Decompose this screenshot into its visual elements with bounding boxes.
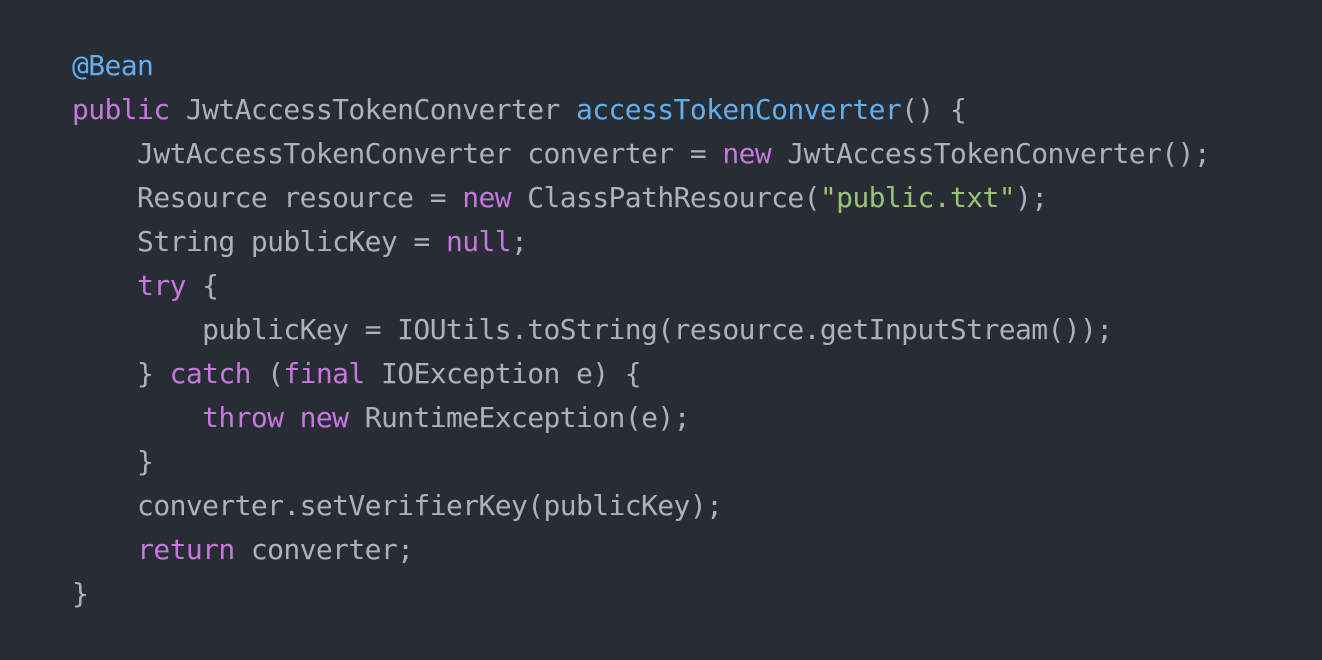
keyword-token: null [445, 225, 512, 258]
code-token: ( [250, 357, 284, 390]
code-token: ClassPathResource( [511, 181, 820, 214]
code-token: } [72, 577, 89, 610]
code-token: ); [1015, 181, 1048, 214]
code-token: Resource resource = [72, 181, 463, 214]
code-token: converter.setVerifierKey(publicKey); [72, 489, 723, 522]
code-token: IOException e) { [364, 357, 642, 390]
keyword-token: new [722, 137, 772, 170]
code-line-11: converter.setVerifierKey(publicKey); [7, 440, 1322, 522]
code-token: converter; [234, 533, 414, 566]
code-token: RuntimeException(e); [348, 401, 691, 434]
code-token: () { [901, 93, 967, 126]
method-name-token: accessTokenConverter [576, 93, 902, 126]
code-token: publicKey = IOUtils.toString(resource.ge… [72, 313, 1113, 346]
keyword-token: public [72, 93, 170, 126]
keyword-token: catch [169, 357, 252, 390]
keyword-token: throw [202, 401, 284, 434]
code-line-1: @Bean [7, 0, 1322, 82]
code-line-2: public JwtAccessTokenConverter accessTok… [7, 44, 1322, 126]
keyword-token: try [137, 269, 186, 302]
code-token: } [72, 445, 154, 478]
code-token: { [185, 269, 219, 302]
code-token: JwtAccessTokenConverter converter = [72, 137, 723, 170]
code-token: JwtAccessTokenConverter(); [771, 137, 1211, 170]
keyword-token: return [137, 533, 235, 566]
string-literal-token: "public.txt" [819, 181, 1016, 214]
code-token: ; [510, 225, 528, 258]
code-editor[interactable]: @Bean public JwtAccessTokenConverter acc… [0, 0, 1322, 610]
keyword-token: new [299, 401, 349, 434]
code-token: JwtAccessTokenConverter [169, 93, 577, 126]
code-token: } [72, 357, 170, 390]
keyword-token: new [462, 181, 511, 214]
code-token: String publicKey = [72, 225, 446, 258]
annotation-token: @Bean [72, 49, 154, 82]
keyword-token: final [283, 357, 365, 390]
